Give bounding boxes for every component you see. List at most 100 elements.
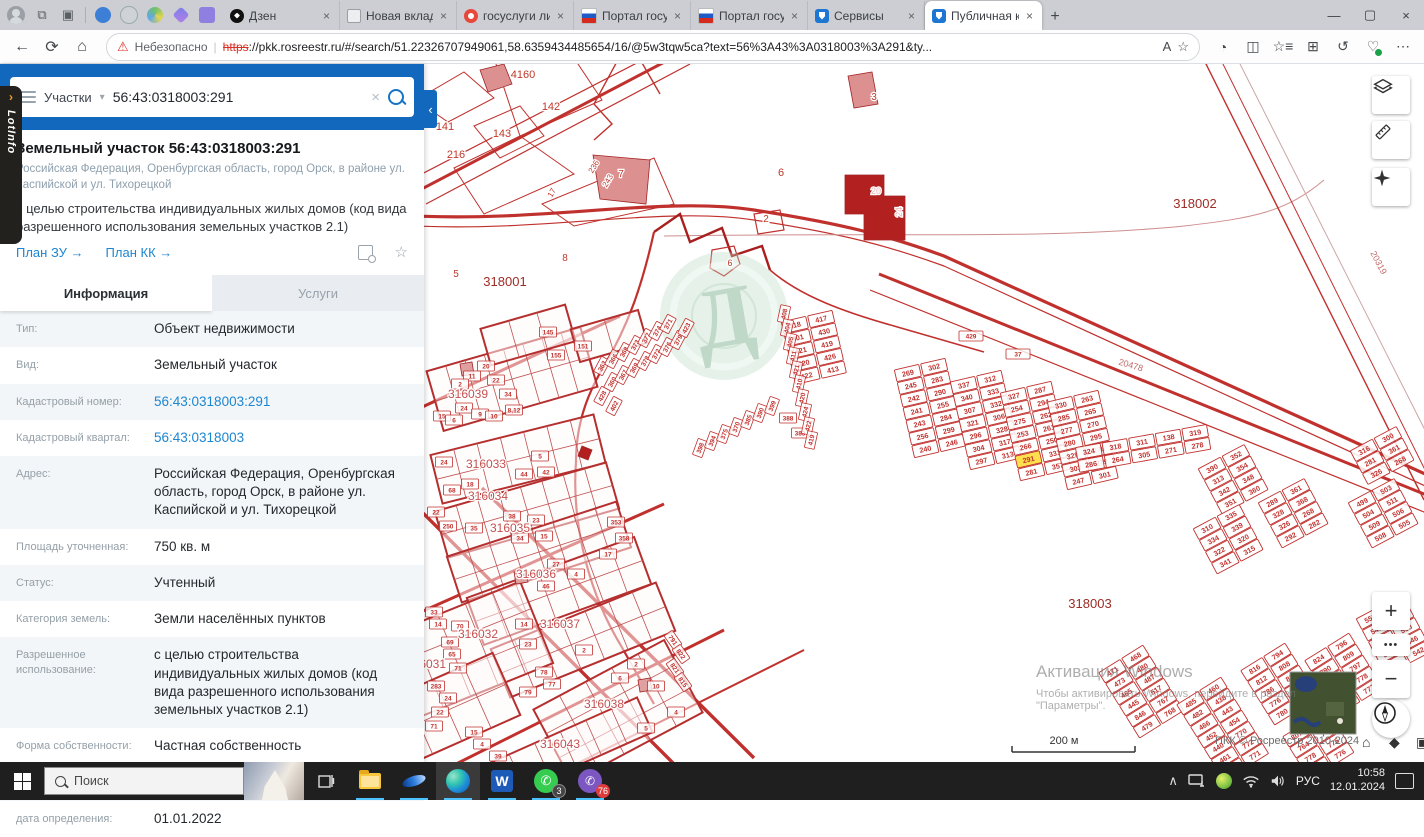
search-category-select[interactable]: Участки — [44, 90, 92, 105]
measure-button[interactable] — [1372, 121, 1410, 159]
parcel-cell[interactable]: 155 — [547, 349, 565, 361]
parcel-cell[interactable]: 17 — [599, 548, 617, 560]
wifi-icon[interactable] — [1242, 775, 1260, 788]
file-explorer-app[interactable] — [348, 762, 392, 800]
tab-close-icon[interactable]: × — [438, 9, 449, 23]
parcel-strip[interactable]: 2693022452832422902412552432842562992402… — [894, 358, 966, 458]
reader-mode-icon[interactable]: A — [1163, 39, 1172, 54]
parcel-cell[interactable]: 250 — [439, 520, 457, 532]
parcel-cell[interactable]: 22 — [431, 706, 449, 718]
language-indicator[interactable]: РУС — [1296, 774, 1320, 788]
tab-services[interactable]: Услуги — [212, 275, 424, 312]
photos-app[interactable] — [392, 762, 436, 800]
parcel-cell[interactable]: 42 — [537, 466, 555, 478]
parcel-cell[interactable]: 10 — [647, 680, 665, 692]
profile-avatar-icon[interactable] — [4, 3, 28, 27]
parcel-cell[interactable]: 6 — [445, 414, 463, 426]
extension-color-icon[interactable] — [143, 3, 167, 27]
browser-tab[interactable]: Сервисы × — [808, 1, 925, 30]
copilot-icon[interactable]: ◔ — [1210, 34, 1236, 60]
task-view-button[interactable] — [304, 762, 348, 800]
parcel-cell[interactable]: 4 — [473, 738, 491, 750]
tab-close-icon[interactable]: × — [672, 9, 683, 23]
home-button[interactable]: ⌂ — [68, 33, 96, 61]
browser-tab[interactable]: Дзен × — [223, 1, 340, 30]
browser-tab[interactable]: госуслуги лич × — [457, 1, 574, 30]
parcel-cell[interactable]: 35 — [465, 522, 483, 534]
extension-blue-icon[interactable] — [91, 3, 115, 27]
panel-collapse-button[interactable]: ‹ — [424, 90, 437, 128]
parcel-cell[interactable]: 8,12 — [505, 404, 523, 416]
parcel-cell[interactable]: 34 — [499, 388, 517, 400]
chevron-down-icon[interactable]: ▾ — [100, 92, 105, 103]
parcel-cell[interactable]: 39 — [489, 750, 507, 762]
parcel-cell[interactable]: 5 — [531, 450, 549, 462]
minimize-button[interactable]: — — [1316, 0, 1352, 30]
viber-app[interactable]: ✆ 76 — [568, 762, 612, 800]
parcel-cell[interactable]: 46 — [537, 580, 555, 592]
parcel-cell[interactable]: 15 — [535, 530, 553, 542]
history-icon[interactable]: ↺ — [1330, 34, 1356, 60]
parcel-strip[interactable]: 390352313354342348351360 — [1198, 444, 1269, 515]
parcel-cell[interactable]: 33 — [425, 606, 443, 618]
parcel-cell[interactable]: 79 — [519, 686, 537, 698]
refresh-button[interactable]: ⟳ — [38, 33, 66, 61]
parcel-cell[interactable]: 37 — [1005, 348, 1031, 360]
parcel-cell[interactable]: 22 — [487, 374, 505, 386]
parcel-cell[interactable]: 78 — [535, 666, 553, 678]
parcel-cell[interactable]: 38 — [503, 510, 521, 522]
image-layer-footer-icon[interactable]: ▣ — [1416, 734, 1424, 750]
parcel-cell[interactable]: 14 — [429, 618, 447, 630]
tab-close-icon[interactable]: × — [1024, 9, 1035, 23]
parcel-cell[interactable]: 283 — [427, 680, 445, 692]
tab-information[interactable]: Информация — [0, 275, 212, 312]
notification-center-icon[interactable] — [1395, 773, 1414, 789]
browser-tab[interactable]: Публичная ка × — [925, 1, 1042, 30]
parcel-cell[interactable]: 18 — [461, 478, 479, 490]
tab-close-icon[interactable]: × — [789, 9, 800, 23]
compass-button[interactable] — [1372, 700, 1410, 738]
more-tools-button[interactable]: ••• — [1372, 634, 1410, 656]
search-box[interactable]: Участки ▾ 56:43:0318003:291 × — [10, 77, 414, 117]
security-warning-icon[interactable]: ⚠ — [117, 39, 129, 55]
home-footer-icon[interactable]: ⌂ — [1362, 734, 1370, 750]
parcel-cell[interactable]: 2 — [575, 644, 593, 656]
parcel-strip[interactable]: 471468473480465487445517846767479768 — [1098, 645, 1184, 739]
zoom-out-button[interactable]: − — [1372, 660, 1410, 698]
menu-icon[interactable] — [20, 91, 36, 103]
cadastral-map[interactable]: Д 418 417 401 430 421 419 420 426 422 413 269 302 245… — [424, 64, 1424, 762]
search-input[interactable]: 56:43:0318003:291 — [113, 89, 364, 105]
parcel-strip[interactable]: 289361328368326268292282 — [1258, 478, 1329, 549]
favorites-icon[interactable]: ☆≡ — [1270, 34, 1296, 60]
zoom-in-button[interactable]: + — [1372, 592, 1410, 630]
parcel-cell[interactable]: 44 — [515, 468, 533, 480]
whatsapp-app[interactable]: ✆ 3 — [524, 762, 568, 800]
parcel-cell[interactable]: 23 — [527, 514, 545, 526]
row-value-link[interactable]: 56:43:0318003:291 — [154, 393, 408, 411]
parcel-cell[interactable]: 4 — [567, 568, 585, 580]
browser-tab[interactable]: Портал госуда × — [691, 1, 808, 30]
word-app[interactable]: W — [480, 762, 524, 800]
volume-icon[interactable] — [1270, 774, 1286, 788]
parcel-cell[interactable]: 151 — [574, 340, 592, 352]
tab-close-icon[interactable]: × — [555, 9, 566, 23]
browser-tab[interactable]: Портал госуда × — [574, 1, 691, 30]
doc-search-icon[interactable] — [357, 244, 376, 263]
start-button[interactable] — [0, 762, 44, 800]
tab-close-icon[interactable]: × — [321, 9, 332, 23]
tray-expand-icon[interactable]: ∧ — [1168, 773, 1178, 789]
extension-gray-icon[interactable] — [117, 3, 141, 27]
extension-purple-icon[interactable] — [195, 3, 219, 27]
locate-button[interactable] — [1372, 168, 1410, 206]
url-text[interactable]: https://pkk.rosreestr.ru/#/search/51.223… — [223, 40, 1157, 54]
parcel-cell[interactable]: 15 — [465, 726, 483, 738]
parcel-cell[interactable]: 429 — [958, 330, 984, 342]
plan-zu-link[interactable]: План ЗУ → — [16, 245, 84, 260]
browser-tab[interactable]: Новая вкладк × — [340, 1, 457, 30]
parcel-cell[interactable]: 402 — [605, 396, 623, 416]
back-button[interactable]: ← — [8, 33, 36, 61]
extension-diamond-icon[interactable] — [169, 3, 193, 27]
display-icon[interactable] — [1188, 774, 1206, 788]
parcel-cell[interactable]: 22 — [427, 506, 445, 518]
edge-app[interactable] — [436, 762, 480, 800]
